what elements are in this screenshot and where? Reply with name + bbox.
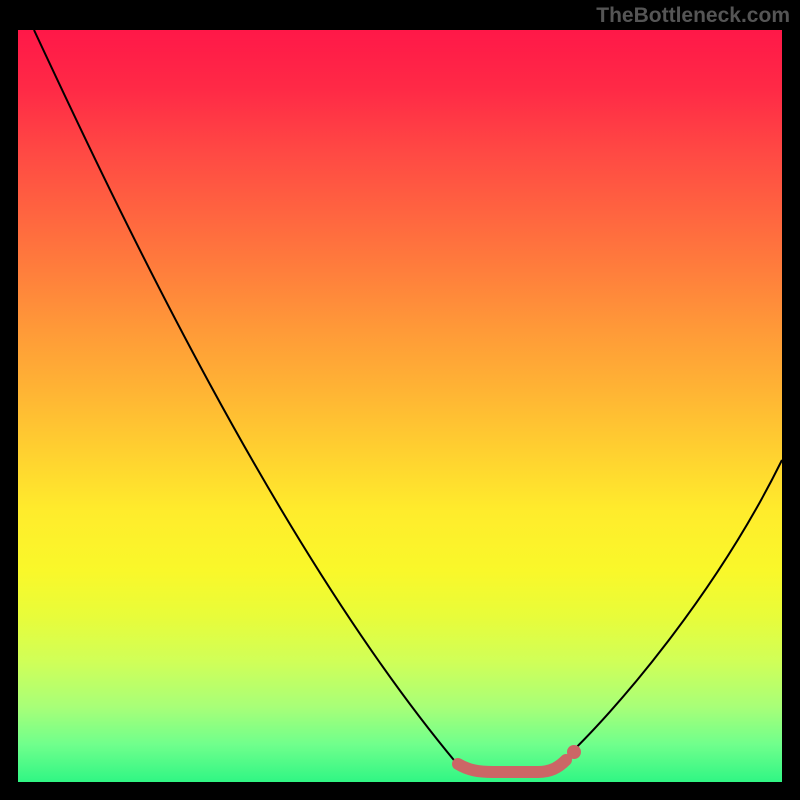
chart-container: TheBottleneck.com bbox=[0, 0, 800, 800]
bottleneck-curve bbox=[34, 30, 782, 773]
optimal-zone-endpoint bbox=[567, 745, 581, 759]
optimal-zone-marker bbox=[458, 760, 566, 772]
curve-svg bbox=[18, 30, 782, 782]
watermark-text: TheBottleneck.com bbox=[596, 4, 790, 28]
plot-area bbox=[18, 30, 782, 782]
